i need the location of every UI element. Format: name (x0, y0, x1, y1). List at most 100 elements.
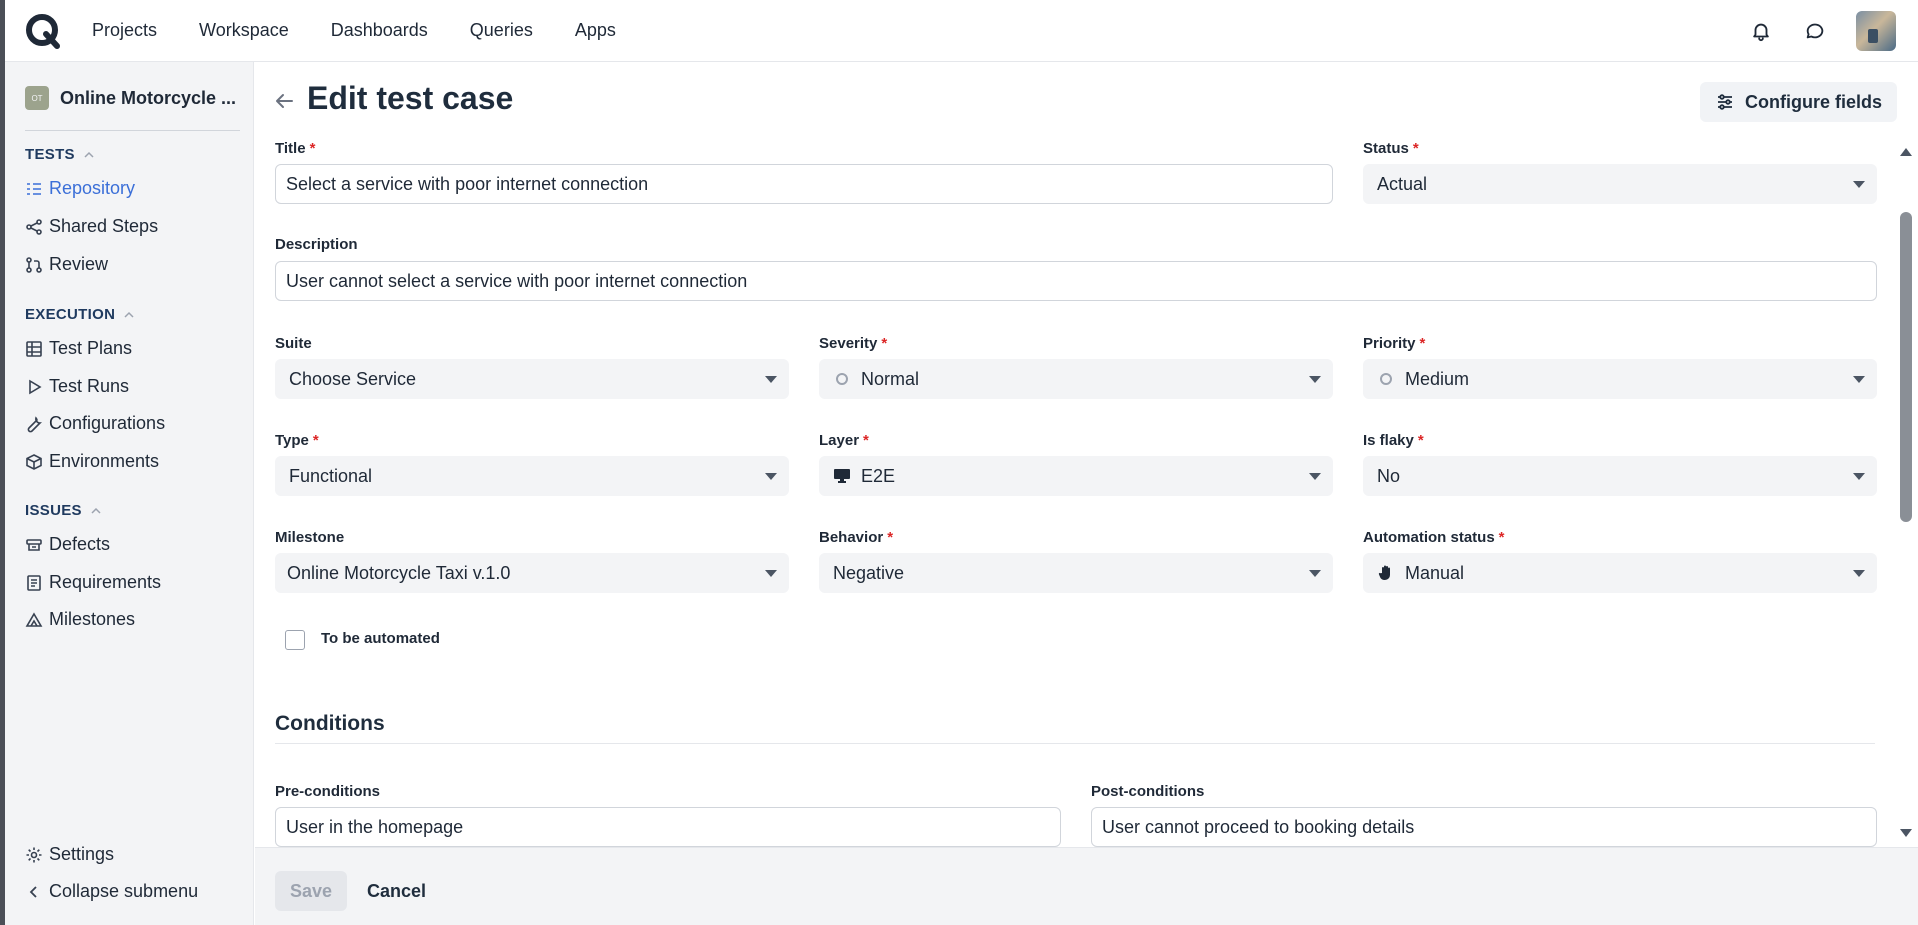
post-conditions-input[interactable]: User cannot proceed to booking details (1091, 807, 1877, 847)
project-badge: OT (25, 86, 49, 110)
sliders-icon (1717, 94, 1732, 110)
git-pull-request-icon (25, 256, 43, 274)
nav-dashboards[interactable]: Dashboards (331, 20, 428, 41)
save-button[interactable]: Save (275, 871, 347, 911)
sidebar-item-label: Repository (49, 178, 136, 198)
behavior-select[interactable]: Negative (819, 553, 1333, 593)
nav-projects[interactable]: Projects (92, 20, 157, 41)
scroll-up-arrow[interactable] (1900, 148, 1912, 156)
wrench-icon (25, 415, 43, 433)
form-footer: Save Cancel (255, 847, 1918, 925)
logo-icon[interactable] (24, 12, 62, 50)
page-title: Edit test case (307, 80, 514, 116)
sidebar-item-test-plans[interactable]: Test Plans (25, 338, 132, 359)
caret-down-icon (1853, 570, 1865, 577)
nav-workspace[interactable]: Workspace (199, 20, 289, 41)
project-selector[interactable]: OT Online Motorcycle ... (25, 86, 245, 110)
gear-icon (25, 846, 43, 864)
section-issues-label: ISSUES (25, 502, 82, 519)
severity-label: Severity * (819, 335, 887, 352)
pre-conditions-label: Pre-conditions (275, 783, 380, 800)
is-flaky-select[interactable]: No (1363, 456, 1877, 496)
sidebar-item-configurations[interactable]: Configurations (25, 413, 165, 434)
post-conditions-label: Post-conditions (1091, 783, 1204, 800)
required-marker: * (887, 529, 894, 546)
type-value: Functional (289, 465, 373, 486)
section-tests[interactable]: TESTS (25, 146, 95, 163)
top-navigation: Projects Workspace Dashboards Queries Ap… (0, 0, 1918, 62)
layer-value: E2E (861, 465, 896, 486)
sidebar-item-review[interactable]: Review (25, 254, 108, 275)
section-execution[interactable]: EXECUTION (25, 306, 135, 323)
status-select[interactable]: Actual (1363, 164, 1877, 204)
severity-label-text: Severity (819, 335, 878, 352)
priority-label: Priority * (1363, 335, 1425, 352)
pre-conditions-value: User in the homepage (286, 816, 464, 837)
status-label-text: Status (1363, 140, 1409, 157)
suite-select[interactable]: Choose Service (275, 359, 789, 399)
severity-value: Normal (861, 368, 920, 389)
description-input[interactable]: User cannot select a service with poor i… (275, 261, 1877, 301)
sidebar-item-environments[interactable]: Environments (25, 451, 159, 472)
arrow-left-icon[interactable] (273, 90, 295, 112)
table-icon (25, 340, 43, 358)
sidebar-item-test-runs[interactable]: Test Runs (25, 376, 129, 397)
milestone-select[interactable]: Online Motorcycle Taxi v.1.0 (275, 553, 789, 593)
caret-down-icon (765, 570, 777, 577)
required-marker: * (309, 140, 316, 157)
configure-fields-label: Configure fields (1744, 91, 1882, 112)
sidebar-item-shared-steps[interactable]: Shared Steps (25, 216, 158, 237)
caret-down-icon (765, 473, 777, 480)
nav-apps[interactable]: Apps (575, 20, 616, 41)
chevron-up-icon (84, 151, 94, 158)
section-issues[interactable]: ISSUES (25, 502, 102, 519)
cancel-button[interactable]: Cancel (367, 871, 426, 911)
to-be-automated-label: To be automated (321, 630, 440, 647)
sidebar-item-requirements[interactable]: Requirements (25, 572, 161, 593)
description-value: User cannot select a service with poor i… (286, 270, 748, 291)
scrollbar-thumb[interactable] (1900, 212, 1912, 522)
severity-select[interactable]: Normal (819, 359, 1333, 399)
sidebar-item-label: Defects (49, 534, 111, 554)
post-conditions-value: User cannot proceed to booking details (1102, 816, 1415, 837)
layer-label-text: Layer (819, 432, 860, 449)
chat-icon[interactable] (1802, 18, 1828, 44)
title-input[interactable]: Select a service with poor internet conn… (275, 164, 1333, 204)
triangle-icon (25, 611, 43, 629)
suite-label: Suite (275, 335, 312, 352)
sidebar-item-repository[interactable]: Repository (25, 178, 135, 199)
pre-conditions-label-text: Pre-conditions (275, 783, 381, 800)
milestone-label: Milestone (275, 529, 344, 546)
pre-conditions-input[interactable]: User in the homepage (275, 807, 1061, 847)
type-select[interactable]: Functional (275, 456, 789, 496)
bell-icon[interactable] (1748, 18, 1774, 44)
caret-down-icon (765, 376, 777, 383)
description-label: Description (275, 236, 358, 253)
automation-status-label: Automation status * (1363, 529, 1505, 546)
priority-label-text: Priority (1363, 335, 1416, 352)
priority-select[interactable]: Medium (1363, 359, 1877, 399)
is-flaky-value: No (1377, 465, 1401, 486)
automation-status-select[interactable]: Manual (1363, 553, 1877, 593)
status-label: Status * (1363, 140, 1419, 157)
sidebar-item-label: Test Plans (49, 338, 133, 358)
bug-icon (25, 536, 43, 554)
milestone-label-text: Milestone (275, 529, 345, 546)
sidebar-item-settings[interactable]: Settings (25, 844, 114, 865)
title-value: Select a service with poor internet conn… (286, 173, 649, 194)
share-icon (25, 218, 43, 236)
avatar[interactable] (1856, 10, 1896, 51)
sidebar-item-label: Review (49, 254, 109, 274)
suite-label-text: Suite (275, 335, 312, 352)
scroll-down-arrow[interactable] (1900, 829, 1912, 837)
milestone-value: Online Motorcycle Taxi v.1.0 (287, 562, 511, 583)
sidebar-item-defects[interactable]: Defects (25, 534, 110, 555)
sidebar-item-milestones[interactable]: Milestones (25, 609, 135, 630)
layer-select[interactable]: E2E (819, 456, 1333, 496)
collapse-submenu-button[interactable]: Collapse submenu (25, 881, 198, 902)
nav-queries[interactable]: Queries (470, 20, 533, 41)
configure-fields-button[interactable]: Configure fields (1700, 82, 1897, 122)
to-be-automated-checkbox[interactable] (285, 630, 305, 650)
sidebar-item-label: Milestones (49, 609, 136, 629)
sidebar-item-label: Configurations (49, 413, 166, 433)
